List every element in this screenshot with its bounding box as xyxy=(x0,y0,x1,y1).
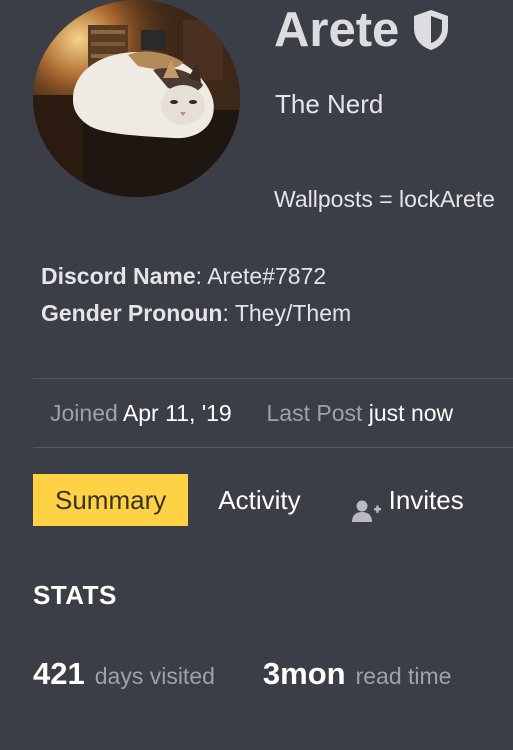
stat-value: 3mon xyxy=(262,656,346,691)
field-gender-pronoun: Gender Pronoun: They/Them xyxy=(41,295,351,332)
field-separator: : xyxy=(195,263,208,289)
joined-date[interactable]: Apr 11, '19 xyxy=(123,400,232,426)
stat-read-time: 3mon read time xyxy=(263,656,452,692)
profile-username: Arete xyxy=(274,2,451,58)
cat-photo xyxy=(33,0,240,197)
user-title: The Nerd xyxy=(275,89,384,119)
avatar[interactable] xyxy=(33,0,240,197)
divider xyxy=(33,447,513,448)
field-label: Discord Name xyxy=(41,263,196,289)
shield-icon xyxy=(411,8,451,52)
stat-value: 421 xyxy=(33,656,85,691)
stats-list: 421 days visited 3mon read time xyxy=(33,656,451,692)
tab-invites[interactable]: Invites xyxy=(351,474,464,526)
tab-summary[interactable]: Summary xyxy=(33,474,189,526)
joined-label: Joined xyxy=(50,400,118,426)
field-separator: : xyxy=(222,300,235,326)
username-text: Arete xyxy=(274,3,400,57)
field-value: They/Them xyxy=(234,300,352,326)
stat-label: days visited xyxy=(94,663,215,689)
user-bio: Wallposts = lockArete xyxy=(274,186,495,212)
profile-tabs: Summary Activity Invites xyxy=(33,474,464,526)
tab-activity[interactable]: Activity xyxy=(218,474,300,526)
tab-label: Activity xyxy=(218,485,301,515)
divider xyxy=(33,378,513,379)
field-value: Arete#7872 xyxy=(207,263,327,289)
field-discord-name: Discord Name: Arete#7872 xyxy=(41,258,351,295)
stat-days-visited: 421 days visited xyxy=(33,656,215,692)
custom-fields: Discord Name: Arete#7872 Gender Pronoun:… xyxy=(41,258,351,332)
add-user-icon xyxy=(351,488,381,522)
stat-label: read time xyxy=(355,663,452,689)
last-post-label: Last Post xyxy=(266,400,363,426)
user-meta: Joined Apr 11, '19 Last Post just now xyxy=(50,397,513,429)
tab-label: Invites xyxy=(388,485,464,515)
stats-heading: STATS xyxy=(33,580,117,610)
field-label: Gender Pronoun xyxy=(41,300,223,326)
last-post-time[interactable]: just now xyxy=(369,400,453,426)
tab-label: Summary xyxy=(55,485,167,515)
